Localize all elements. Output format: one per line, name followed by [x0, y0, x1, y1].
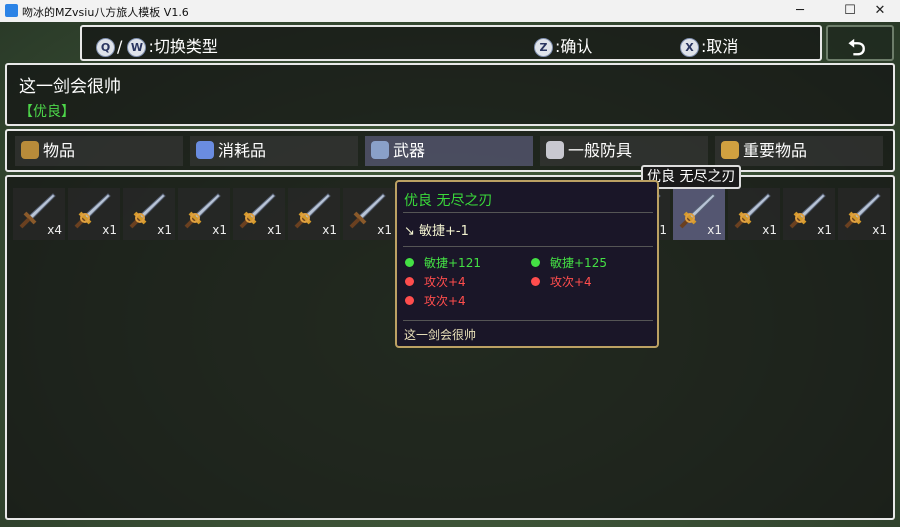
- x-key-icon: X: [680, 38, 699, 57]
- stat-dot-icon: [405, 258, 414, 267]
- switch-type-hint: Q / W:切换类型: [96, 33, 218, 57]
- z-key-icon: Z: [534, 38, 553, 57]
- slot-count: x1: [157, 223, 172, 237]
- slot-count: x1: [707, 223, 722, 237]
- tooltip-divider: [403, 212, 653, 213]
- slot-count: x1: [762, 223, 777, 237]
- item-name: 这一剑会很帅: [19, 77, 121, 97]
- weapon-slot[interactable]: x1: [673, 188, 725, 240]
- weapon-slot[interactable]: x1: [343, 188, 395, 240]
- key-icon: [721, 141, 739, 159]
- item-tooltip: 优良 无尽之刃 ↘ 敏捷+-1 敏捷+121 攻次+4 攻次+4 敏捷+125 攻次+4…: [395, 180, 659, 348]
- weapon-slot[interactable]: x1: [123, 188, 175, 240]
- category-label: 一般防具: [568, 141, 633, 160]
- category-tab-3[interactable]: 一般防具: [540, 136, 708, 166]
- tooltip-stat: 敏捷+125: [531, 254, 607, 271]
- q-key-icon: Q: [96, 38, 115, 57]
- tooltip-title: 优良 无尽之刃: [404, 193, 493, 209]
- slot-count: x1: [377, 223, 392, 237]
- window-title: 吻冰的MZvsiu八方旅人模板 V1.6: [22, 6, 189, 19]
- tooltip-stat: 敏捷+121: [405, 254, 481, 271]
- category-label: 武器: [393, 141, 426, 160]
- stat-dot-icon: [531, 258, 540, 267]
- weapon-slot[interactable]: x1: [783, 188, 835, 240]
- slot-count: x4: [47, 223, 62, 237]
- tooltip-stat: 攻次+4: [405, 273, 466, 290]
- weapon-icon: [371, 141, 389, 159]
- help-bar: Q / W:切换类型 Z:确认 X:取消: [80, 25, 822, 61]
- tooltip-divider: [403, 320, 653, 321]
- weapon-slot[interactable]: x1: [728, 188, 780, 240]
- cancel-label: :取消: [701, 37, 739, 56]
- weapon-slot[interactable]: x1: [233, 188, 285, 240]
- weapon-slot[interactable]: x4: [13, 188, 65, 240]
- slot-count: x1: [817, 223, 832, 237]
- potion-icon: [196, 141, 214, 159]
- cancel-hint: X:取消: [680, 33, 738, 57]
- category-label: 消耗品: [218, 141, 267, 160]
- slot-count: x1: [212, 223, 227, 237]
- stat-dot-icon: [405, 277, 414, 286]
- category-tab-2[interactable]: 武器: [365, 136, 533, 166]
- tooltip-stat: 攻次+4: [405, 292, 466, 309]
- slot-count: x1: [267, 223, 282, 237]
- category-label: 重要物品: [743, 141, 808, 160]
- category-tab-4[interactable]: 重要物品: [715, 136, 883, 166]
- slash: /: [117, 37, 123, 56]
- app-icon: [5, 4, 18, 17]
- confirm-hint: Z:确认: [534, 33, 592, 57]
- weapon-slot[interactable]: x1: [288, 188, 340, 240]
- back-button[interactable]: ⮌: [826, 25, 894, 61]
- tooltip-main-stat: ↘ 敏捷+-1: [404, 224, 469, 239]
- window-titlebar: 吻冰的MZvsiu八方旅人模板 V1.6 ─ ☐ ✕: [0, 0, 900, 23]
- tooltip-description: 这一剑会很帅: [404, 328, 477, 342]
- weapon-slot[interactable]: x1: [838, 188, 890, 240]
- stat-dot-icon: [405, 296, 414, 305]
- minimize-button[interactable]: ─: [780, 0, 820, 22]
- category-label: 物品: [43, 141, 76, 160]
- stat-dot-icon: [531, 277, 540, 286]
- category-tab-1[interactable]: 消耗品: [190, 136, 358, 166]
- tooltip-divider: [403, 246, 653, 247]
- sword-armor-icon: [546, 141, 564, 159]
- slot-count: x1: [102, 223, 117, 237]
- item-rarity: 【优良】: [19, 104, 75, 120]
- slot-count: x1: [322, 223, 337, 237]
- bag-icon: [21, 141, 39, 159]
- item-info-panel: 这一剑会很帅 【优良】: [5, 63, 895, 126]
- close-button[interactable]: ✕: [860, 0, 900, 22]
- slot-count: x1: [872, 223, 887, 237]
- weapon-slot[interactable]: x1: [68, 188, 120, 240]
- switch-type-label: :切换类型: [148, 37, 218, 56]
- confirm-label: :确认: [555, 37, 593, 56]
- tooltip-stat: 攻次+4: [531, 273, 592, 290]
- w-key-icon: W: [127, 38, 147, 57]
- weapon-slot[interactable]: x1: [178, 188, 230, 240]
- category-tab-0[interactable]: 物品: [15, 136, 183, 166]
